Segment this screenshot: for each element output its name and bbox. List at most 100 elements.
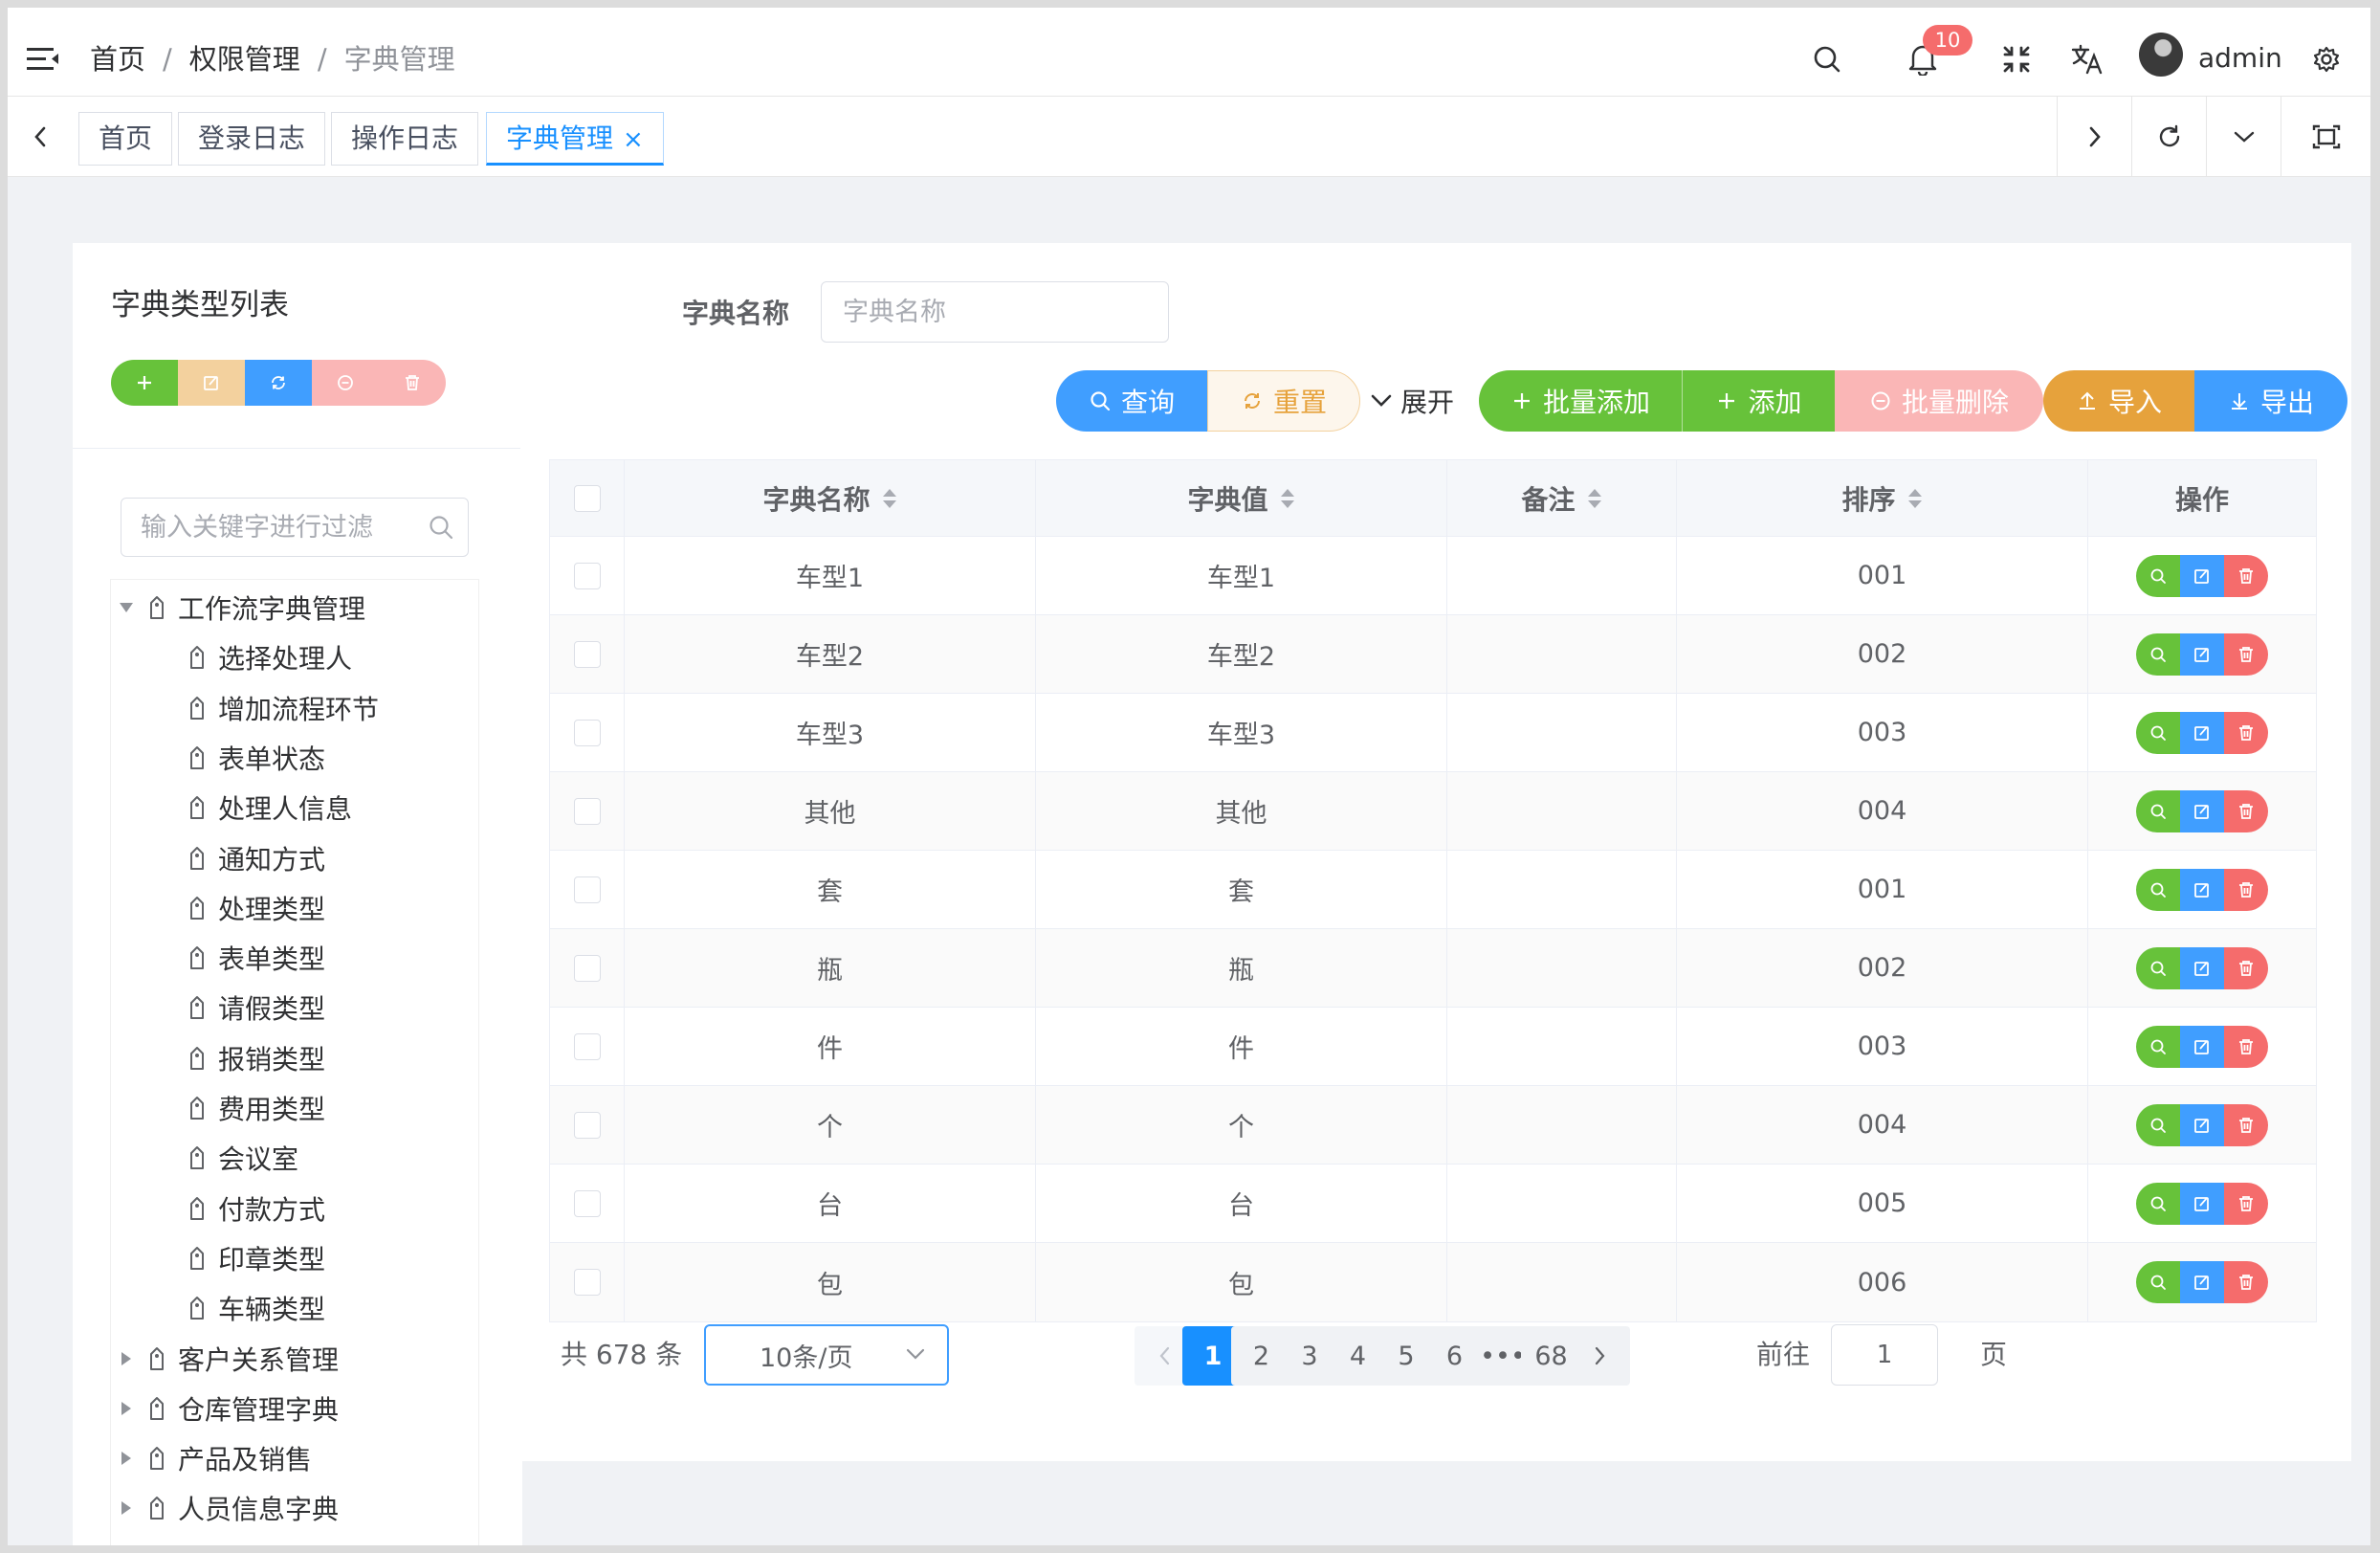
export-button[interactable]: 导出 xyxy=(2194,370,2347,432)
tree-node-group[interactable]: 客户关系管理 xyxy=(115,1337,339,1381)
row-checkbox[interactable] xyxy=(573,1189,601,1217)
delete-button[interactable] xyxy=(2224,789,2268,832)
edit-button[interactable] xyxy=(2180,1103,2224,1146)
reset-button[interactable]: 重置 xyxy=(1207,370,1360,432)
tree-refresh-button[interactable] xyxy=(245,360,312,406)
menu-fold-icon[interactable] xyxy=(27,46,59,73)
maximize-icon[interactable] xyxy=(2281,97,2370,177)
next-page-button[interactable] xyxy=(1569,1326,1630,1386)
row-checkbox[interactable] xyxy=(573,562,601,589)
page-size-select[interactable]: 10条/页 xyxy=(704,1324,949,1386)
refresh-icon[interactable] xyxy=(2131,97,2206,177)
query-button[interactable]: 查询 xyxy=(1056,370,1207,432)
goto-page-input[interactable] xyxy=(1831,1324,1938,1386)
search-icon[interactable] xyxy=(1806,38,1848,80)
delete-button[interactable] xyxy=(2224,1103,2268,1146)
view-button[interactable] xyxy=(2136,946,2180,989)
tab-home[interactable]: 首页 xyxy=(78,112,173,166)
caret-down-icon[interactable] xyxy=(115,602,138,613)
tree-remove-button[interactable] xyxy=(312,360,379,406)
view-button[interactable] xyxy=(2136,1025,2180,1068)
row-checkbox[interactable] xyxy=(573,954,601,982)
tree-node-item[interactable]: 请假类型 xyxy=(187,986,325,1030)
view-button[interactable] xyxy=(2136,789,2180,832)
edit-button[interactable] xyxy=(2180,554,2224,597)
view-button[interactable] xyxy=(2136,711,2180,754)
breadcrumb-permission[interactable]: 权限管理 xyxy=(189,43,300,76)
tree-node-item[interactable]: 通知方式 xyxy=(187,836,325,880)
tree-node-item[interactable]: 会议室 xyxy=(187,1136,298,1180)
delete-button[interactable] xyxy=(2224,868,2268,911)
gear-icon[interactable] xyxy=(2305,38,2347,80)
row-checkbox[interactable] xyxy=(573,1111,601,1139)
col-order-header[interactable]: 排序 xyxy=(1677,460,2088,536)
delete-button[interactable] xyxy=(2224,554,2268,597)
sort-icon[interactable] xyxy=(1907,488,1923,509)
username[interactable]: admin xyxy=(2198,40,2282,77)
edit-button[interactable] xyxy=(2180,946,2224,989)
view-button[interactable] xyxy=(2136,868,2180,911)
delete-button[interactable] xyxy=(2224,1261,2268,1303)
tree-edit-button[interactable] xyxy=(178,360,245,406)
tree-node-item[interactable]: 选择处理人 xyxy=(187,635,352,679)
col-value-header[interactable]: 字典值 xyxy=(1036,460,1447,536)
row-checkbox[interactable] xyxy=(573,640,601,668)
sort-icon[interactable] xyxy=(882,488,897,509)
view-button[interactable] xyxy=(2136,1261,2180,1303)
caret-right-icon[interactable] xyxy=(115,1351,138,1366)
row-checkbox[interactable] xyxy=(573,719,601,746)
tab-dictionary[interactable]: 字典管理 × xyxy=(486,112,664,166)
tree-node-group[interactable]: 工作流字典管理 xyxy=(115,586,365,630)
col-name-header[interactable]: 字典名称 xyxy=(625,460,1036,536)
fullscreen-icon[interactable] xyxy=(1995,38,2038,80)
tree-add-button[interactable] xyxy=(111,360,178,406)
batch-delete-button[interactable]: 批量删除 xyxy=(1835,370,2043,432)
row-checkbox[interactable] xyxy=(573,1269,601,1296)
delete-button[interactable] xyxy=(2224,1182,2268,1225)
delete-button[interactable] xyxy=(2224,632,2268,676)
edit-button[interactable] xyxy=(2180,868,2224,911)
view-button[interactable] xyxy=(2136,1182,2180,1225)
delete-button[interactable] xyxy=(2224,711,2268,754)
tree-node-item[interactable]: 费用类型 xyxy=(187,1086,325,1130)
row-checkbox[interactable] xyxy=(573,1032,601,1060)
tree-filter-input[interactable] xyxy=(141,499,428,556)
tree-node-item[interactable]: 付款方式 xyxy=(187,1187,325,1231)
tree-node-item[interactable]: 表单类型 xyxy=(187,936,325,980)
edit-button[interactable] xyxy=(2180,789,2224,832)
dict-name-input[interactable] xyxy=(821,281,1169,343)
import-button[interactable]: 导入 xyxy=(2043,370,2194,432)
delete-button[interactable] xyxy=(2224,1025,2268,1068)
tree-node-group[interactable]: 人员信息字典 xyxy=(115,1486,339,1530)
avatar[interactable] xyxy=(2139,33,2183,77)
edit-button[interactable] xyxy=(2180,632,2224,676)
tabs-scroll-right-icon[interactable] xyxy=(2057,97,2131,177)
tree-node-item[interactable]: 表单状态 xyxy=(187,736,325,780)
tree-node-item[interactable]: 印章类型 xyxy=(187,1236,325,1280)
caret-right-icon[interactable] xyxy=(115,1451,138,1466)
tree-node-item[interactable]: 车辆类型 xyxy=(187,1286,325,1330)
tab-close-icon[interactable]: × xyxy=(623,125,644,154)
delete-button[interactable] xyxy=(2224,946,2268,989)
select-all-checkbox[interactable] xyxy=(573,484,601,512)
caret-right-icon[interactable] xyxy=(115,1500,138,1516)
sort-icon[interactable] xyxy=(1587,488,1602,509)
chevron-down-icon[interactable] xyxy=(2206,97,2281,177)
tree-node-item[interactable]: 处理人信息 xyxy=(187,786,352,830)
add-button[interactable]: 添加 xyxy=(1682,370,1835,432)
edit-button[interactable] xyxy=(2180,1261,2224,1303)
tree-node-group[interactable]: 产品及销售 xyxy=(115,1436,312,1480)
tree-node-item[interactable]: 报销类型 xyxy=(187,1036,325,1080)
batch-add-button[interactable]: 批量添加 xyxy=(1479,370,1682,432)
row-checkbox[interactable] xyxy=(573,876,601,903)
tab-login-log[interactable]: 登录日志 xyxy=(178,112,326,166)
translate-icon[interactable] xyxy=(2066,38,2108,80)
row-checkbox[interactable] xyxy=(573,797,601,825)
sort-icon[interactable] xyxy=(1280,488,1295,509)
tree-delete-button[interactable] xyxy=(379,360,446,406)
col-remark-header[interactable]: 备注 xyxy=(1447,460,1677,536)
view-button[interactable] xyxy=(2136,1103,2180,1146)
tab-operation-log[interactable]: 操作日志 xyxy=(331,112,479,166)
view-button[interactable] xyxy=(2136,632,2180,676)
edit-button[interactable] xyxy=(2180,1025,2224,1068)
